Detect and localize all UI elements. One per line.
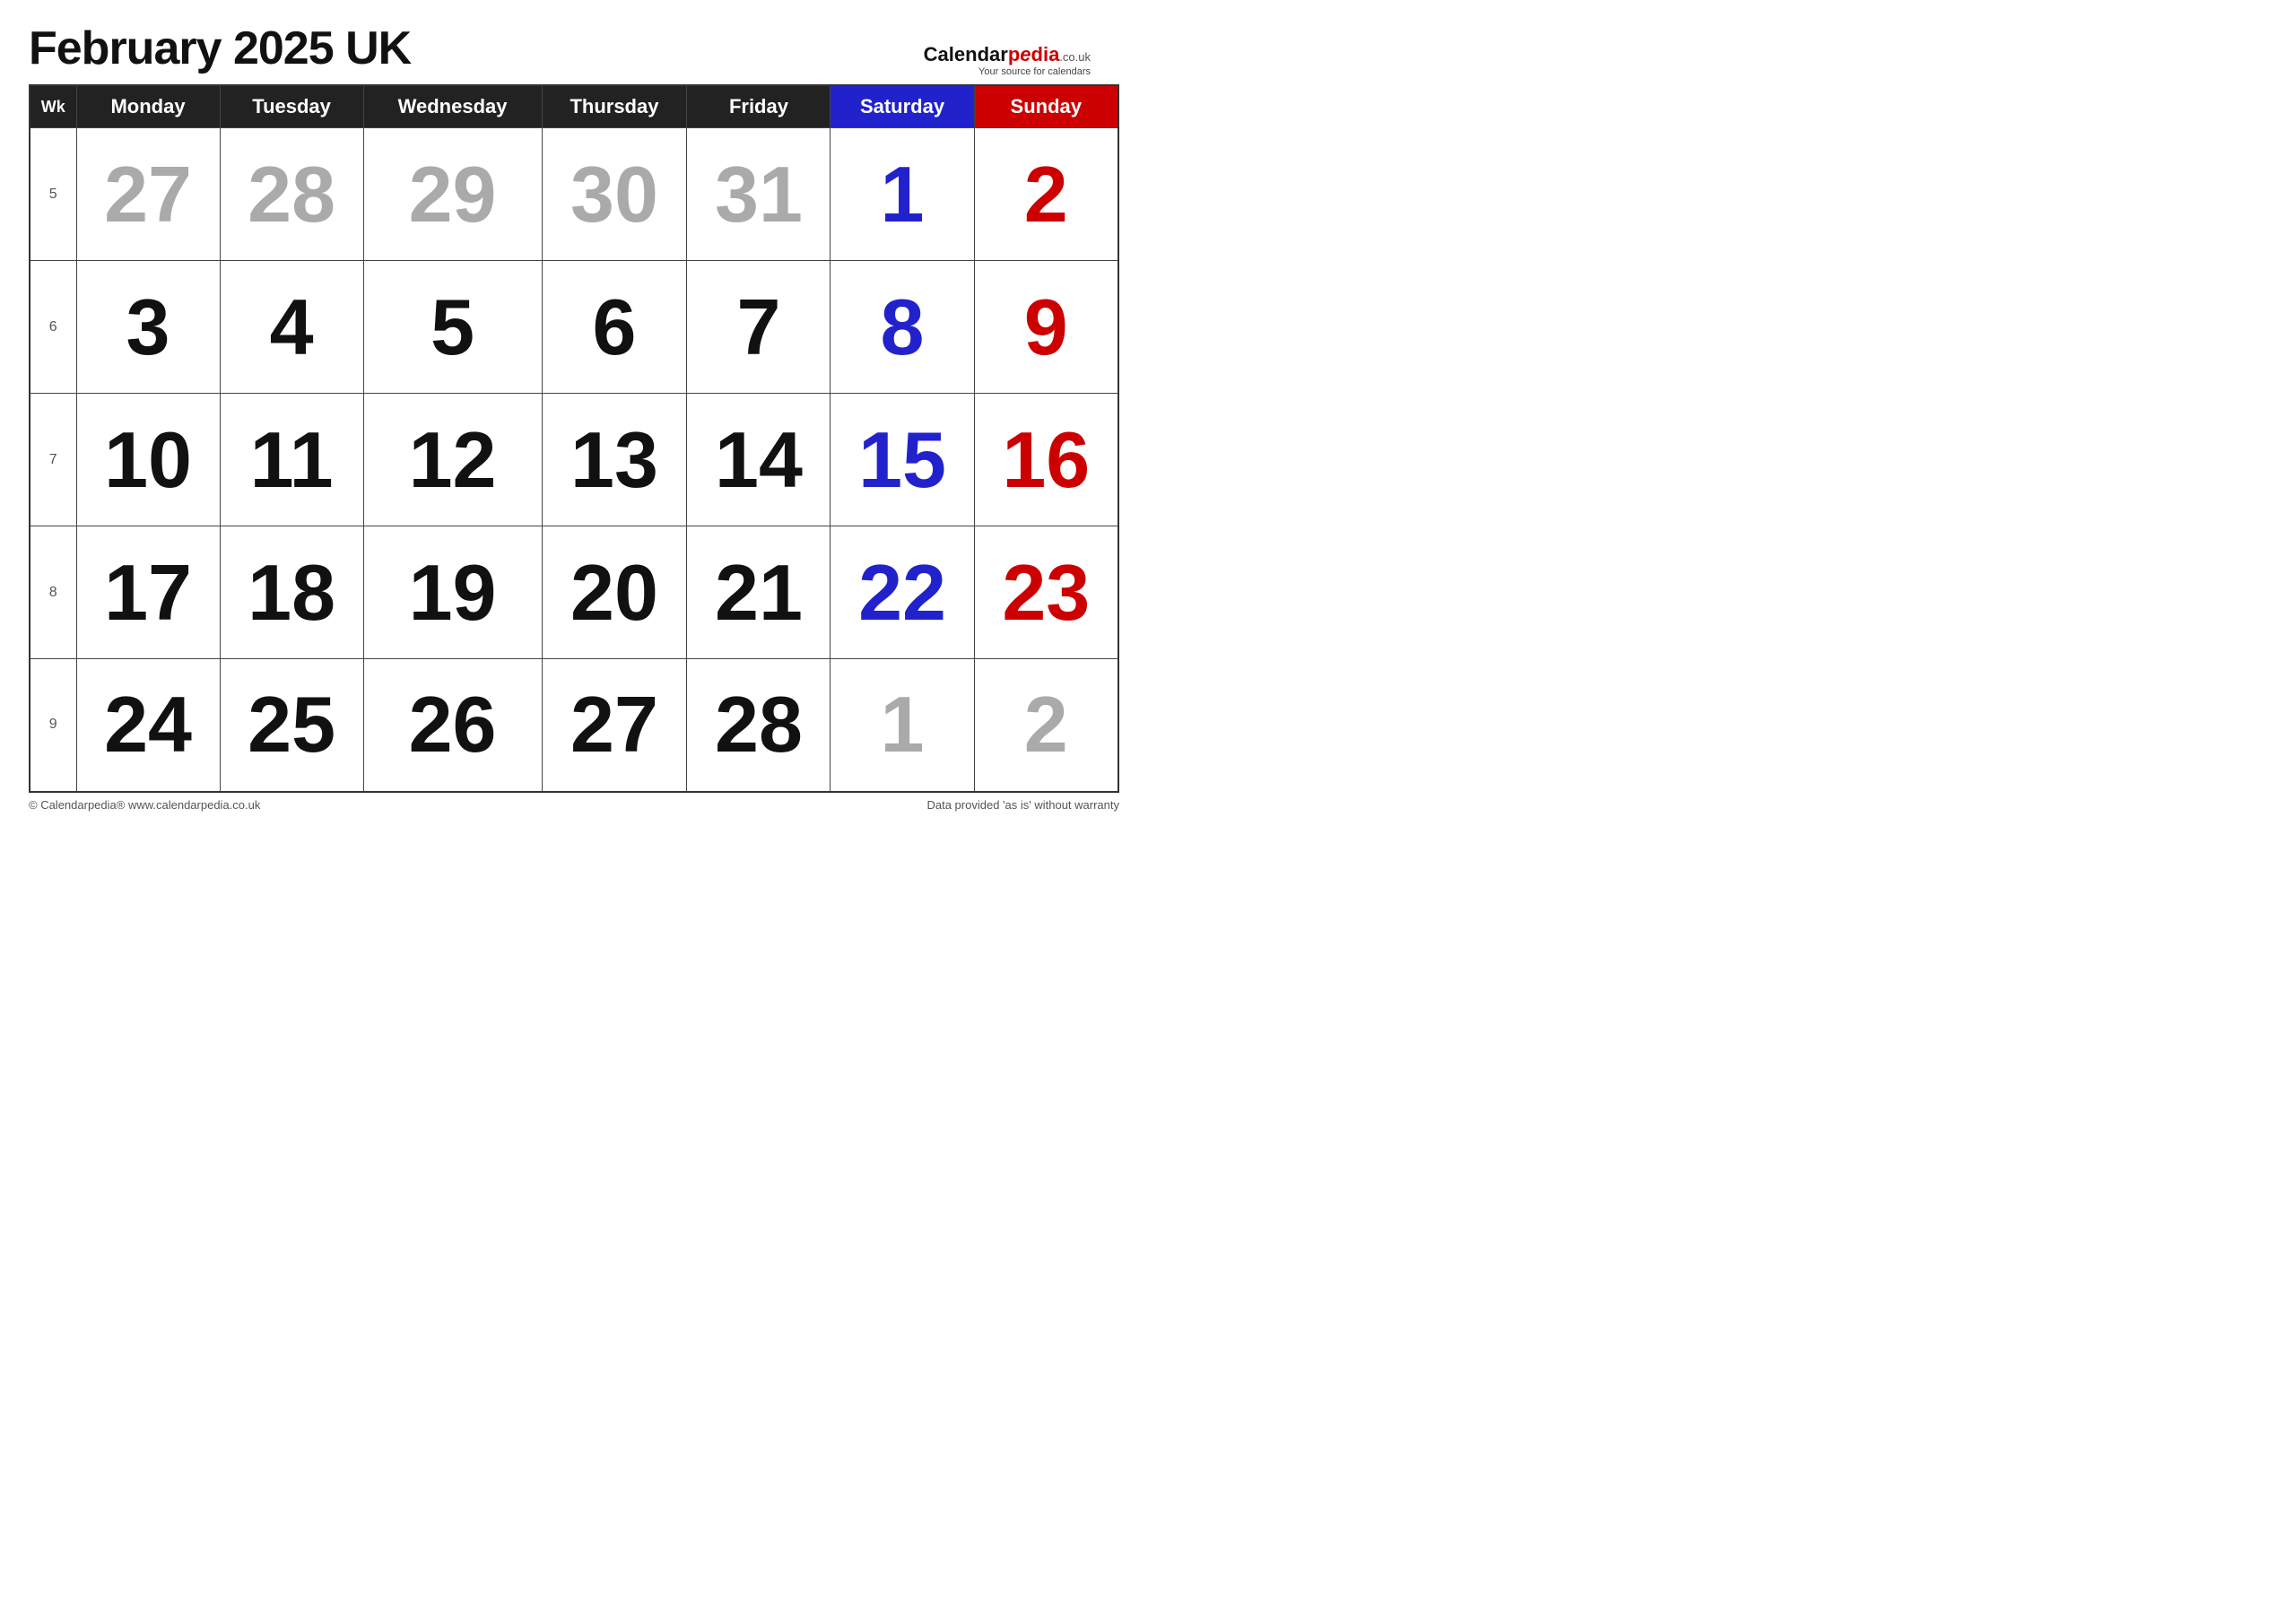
day-cell: 10 (76, 394, 220, 526)
day-cell: 15 (831, 394, 974, 526)
day-cell: 5 (363, 261, 542, 394)
day-cell: 1 (831, 659, 974, 792)
logo: Calendarpedia.co.uk Your source for cale… (924, 43, 1091, 77)
logo-sub: Your source for calendars (924, 66, 1091, 77)
day-cell: 17 (76, 526, 220, 659)
day-cell: 11 (220, 394, 363, 526)
footer-right: Data provided 'as is' without warranty (926, 798, 1119, 812)
day-cell: 3 (76, 261, 220, 394)
header-monday: Monday (76, 85, 220, 128)
header-thursday: Thursday (542, 85, 687, 128)
week-number: 9 (30, 659, 76, 792)
day-cell: 28 (220, 128, 363, 261)
day-cell: 29 (363, 128, 542, 261)
day-cell: 16 (974, 394, 1118, 526)
day-cell: 18 (220, 526, 363, 659)
day-cell: 12 (363, 394, 542, 526)
header-sunday: Sunday (974, 85, 1118, 128)
day-cell: 1 (831, 128, 974, 261)
day-cell: 25 (220, 659, 363, 792)
calendar-table: Wk Monday Tuesday Wednesday Thursday Fri… (29, 84, 1119, 793)
footer: © Calendarpedia® www.calendarpedia.co.uk… (29, 798, 1119, 812)
logo-text: Calendarpedia.co.uk (924, 43, 1091, 66)
header-tuesday: Tuesday (220, 85, 363, 128)
day-cell: 13 (542, 394, 687, 526)
day-cell: 7 (687, 261, 831, 394)
header-wednesday: Wednesday (363, 85, 542, 128)
day-cell: 8 (831, 261, 974, 394)
day-cell: 30 (542, 128, 687, 261)
footer-left: © Calendarpedia® www.calendarpedia.co.uk (29, 798, 260, 812)
header-wk: Wk (30, 85, 76, 128)
header-saturday: Saturday (831, 85, 974, 128)
day-cell: 26 (363, 659, 542, 792)
day-cell: 23 (974, 526, 1118, 659)
week-number: 7 (30, 394, 76, 526)
header-friday: Friday (687, 85, 831, 128)
day-cell: 27 (76, 128, 220, 261)
day-cell: 22 (831, 526, 974, 659)
day-cell: 9 (974, 261, 1118, 394)
day-cell: 27 (542, 659, 687, 792)
day-cell: 2 (974, 659, 1118, 792)
day-cell: 19 (363, 526, 542, 659)
day-cell: 4 (220, 261, 363, 394)
week-number: 5 (30, 128, 76, 261)
day-cell: 6 (542, 261, 687, 394)
day-cell: 24 (76, 659, 220, 792)
week-number: 6 (30, 261, 76, 394)
day-cell: 31 (687, 128, 831, 261)
day-cell: 21 (687, 526, 831, 659)
day-cell: 28 (687, 659, 831, 792)
day-cell: 2 (974, 128, 1118, 261)
day-cell: 14 (687, 394, 831, 526)
day-cell: 20 (542, 526, 687, 659)
week-number: 8 (30, 526, 76, 659)
